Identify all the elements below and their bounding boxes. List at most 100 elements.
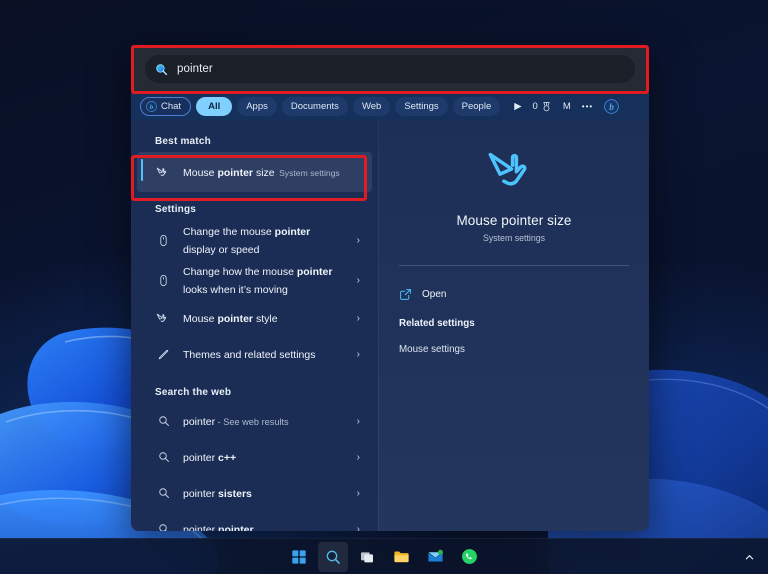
preview-divider bbox=[399, 265, 629, 266]
mouse-icon bbox=[155, 234, 172, 247]
tab-apps-label: Apps bbox=[246, 101, 268, 112]
result-best-match-subtitle: System settings bbox=[279, 168, 340, 178]
taskbar-center-group bbox=[284, 541, 484, 572]
chevron-right-icon[interactable]: › bbox=[357, 313, 362, 324]
search-query-text: pointer bbox=[177, 63, 213, 75]
tab-apps[interactable]: Apps bbox=[237, 97, 277, 116]
preview-open-button[interactable]: Open bbox=[399, 284, 629, 304]
tab-settings[interactable]: Settings bbox=[395, 97, 448, 116]
bm-post: size bbox=[253, 167, 275, 179]
search-button[interactable] bbox=[318, 541, 348, 572]
chevron-right-icon[interactable]: › bbox=[357, 349, 362, 360]
play-icon[interactable]: ▶ bbox=[514, 101, 521, 112]
pencil-icon bbox=[155, 348, 172, 361]
search-filter-tabs: b Chat All Apps Documents Web Settings P… bbox=[131, 93, 649, 120]
w1-bold: c++ bbox=[218, 452, 237, 464]
result-settings-1[interactable]: Change how the mouse pointer looks when … bbox=[137, 260, 372, 300]
result-settings-3-text: Themes and related settings bbox=[183, 345, 346, 363]
w1-pre: pointer bbox=[183, 452, 219, 464]
mail-icon bbox=[427, 549, 443, 562]
search-icon bbox=[326, 550, 340, 564]
result-web-2-text: pointer sisters bbox=[183, 484, 346, 502]
more-options-icon[interactable]: ••• bbox=[582, 102, 593, 111]
s2-pre: Mouse bbox=[183, 313, 218, 325]
mouse-icon bbox=[155, 274, 172, 287]
result-settings-0-title: Change the mouse pointer display or spee… bbox=[183, 226, 310, 256]
preview-related-item-0[interactable]: Mouse settings bbox=[399, 344, 629, 355]
chevron-right-icon[interactable]: › bbox=[357, 416, 362, 427]
chevron-right-icon[interactable]: › bbox=[357, 275, 362, 286]
mouse-pointer-icon bbox=[155, 165, 172, 180]
tab-row-extras: ▶ 0 M ••• b bbox=[514, 99, 619, 114]
result-settings-2[interactable]: Mouse pointer style › bbox=[137, 300, 372, 336]
s1-pre: Change how the mouse bbox=[183, 266, 297, 278]
result-settings-0-text: Change the mouse pointer display or spee… bbox=[183, 222, 346, 258]
tab-web[interactable]: Web bbox=[352, 97, 391, 116]
chevron-right-icon[interactable]: › bbox=[357, 524, 362, 532]
tab-web-label: Web bbox=[361, 101, 382, 112]
chevron-right-icon[interactable]: › bbox=[357, 452, 362, 463]
result-web-2[interactable]: pointer sisters › bbox=[137, 475, 372, 511]
search-header: pointer bbox=[131, 45, 649, 93]
result-settings-3[interactable]: Themes and related settings › bbox=[137, 336, 372, 372]
w2-bold: sisters bbox=[218, 488, 252, 500]
result-web-2-title: pointer sisters bbox=[183, 488, 252, 500]
rewards-count: 0 bbox=[532, 101, 538, 112]
tab-people[interactable]: People bbox=[452, 97, 501, 116]
whatsapp-button[interactable] bbox=[454, 542, 484, 572]
tab-people-label: People bbox=[461, 101, 492, 112]
tab-chat[interactable]: b Chat bbox=[140, 97, 192, 116]
s0-post: display or speed bbox=[183, 244, 260, 256]
account-initial[interactable]: M bbox=[563, 101, 571, 112]
windows-start-icon bbox=[292, 549, 306, 564]
result-web-0[interactable]: pointer - See web results › bbox=[137, 403, 372, 439]
task-view-button[interactable] bbox=[352, 542, 382, 572]
search-icon bbox=[156, 63, 168, 75]
result-settings-1-text: Change how the mouse pointer looks when … bbox=[183, 262, 346, 298]
result-best-match-title: Mouse pointer size bbox=[183, 167, 275, 179]
section-heading-search-the-web: Search the web bbox=[155, 387, 232, 398]
result-web-1[interactable]: pointer c++ › bbox=[137, 439, 372, 475]
tab-documents[interactable]: Documents bbox=[281, 97, 348, 116]
rewards-icon bbox=[543, 102, 550, 112]
system-tray bbox=[738, 539, 760, 574]
chevron-up-icon[interactable] bbox=[738, 545, 760, 569]
file-explorer-button[interactable] bbox=[386, 542, 416, 572]
w0-suffix: - See web results bbox=[215, 417, 289, 427]
search-icon bbox=[155, 451, 172, 463]
w2-pre: pointer bbox=[183, 488, 219, 500]
result-settings-2-text: Mouse pointer style bbox=[183, 309, 346, 327]
result-web-1-title: pointer c++ bbox=[183, 452, 236, 464]
search-results-list: Best match Mouse pointer size System set… bbox=[131, 120, 378, 531]
bing-logo-icon[interactable]: b bbox=[604, 99, 619, 114]
whatsapp-icon bbox=[461, 549, 477, 564]
chevron-right-icon[interactable]: › bbox=[357, 235, 362, 246]
result-best-match-text: Mouse pointer size System settings bbox=[183, 163, 362, 181]
chevron-right-icon[interactable]: › bbox=[357, 488, 362, 499]
result-web-0-title: pointer - See web results bbox=[183, 416, 289, 428]
tab-all-label: All bbox=[208, 101, 221, 112]
result-best-match[interactable]: Mouse pointer size System settings bbox=[137, 152, 372, 192]
search-icon bbox=[155, 487, 172, 499]
open-external-icon bbox=[400, 288, 411, 300]
s3-pre: Themes and related settings bbox=[183, 349, 316, 361]
search-input[interactable]: pointer bbox=[145, 55, 635, 83]
taskbar bbox=[0, 538, 768, 574]
section-heading-settings: Settings bbox=[155, 204, 197, 215]
s1-post: looks when it’s moving bbox=[183, 284, 288, 296]
mouse-pointer-icon bbox=[155, 311, 172, 326]
search-preview-pane: Mouse pointer size System settings Open … bbox=[378, 120, 649, 531]
mouse-pointer-large-icon bbox=[399, 142, 629, 200]
bing-chat-icon: b bbox=[146, 101, 157, 112]
more-options-glyph: ••• bbox=[581, 102, 594, 111]
play-glyph: ▶ bbox=[514, 101, 522, 112]
tab-all[interactable]: All bbox=[196, 97, 233, 116]
result-web-3[interactable]: pointer pointer › bbox=[137, 511, 372, 531]
w3-pre: pointer bbox=[183, 524, 219, 531]
result-settings-0[interactable]: Change the mouse pointer display or spee… bbox=[137, 220, 372, 260]
start-button[interactable] bbox=[284, 542, 314, 572]
desktop: pointer b Chat All Apps Documents Web Se… bbox=[0, 0, 768, 574]
s2-bold: pointer bbox=[217, 313, 254, 325]
rewards-points[interactable]: 0 bbox=[533, 101, 552, 112]
mail-button[interactable] bbox=[420, 542, 450, 572]
